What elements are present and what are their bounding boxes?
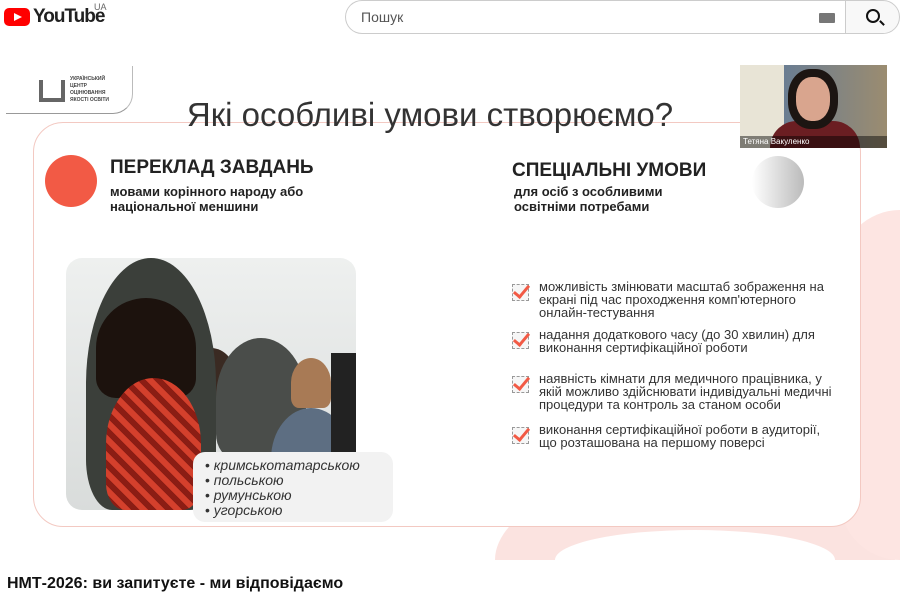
gray-circle [752,156,804,208]
language-item: угорською [205,503,381,518]
language-item: румунською [205,488,381,503]
subheading-line: для осіб з особливими [514,184,663,199]
checkbox-icon [512,376,529,393]
left-subheading: мовами корінного народу або національної … [110,184,303,214]
checkbox-icon [512,427,529,444]
video-title: НМТ-2026: ви запитуєте - ми відповідаємо [7,575,344,592]
search-icon-handle [879,20,885,26]
conditions-list: можливість змінювати масштаб зображення … [512,280,832,458]
right-subheading: для осіб з особливими освітніми потребами [514,184,663,214]
speaker-name: Тетяна Вакуленко [740,136,887,148]
checkbox-icon [512,332,529,349]
logo-line: ЦЕНТР [70,83,87,89]
language-item: кримськотатарською [205,458,381,473]
subheading-line: національної меншини [110,199,259,214]
subheading-line: мовами корінного народу або [110,184,304,199]
condition-item: виконання сертифікаційної роботи в аудит… [512,423,832,449]
subheading-line: освітніми потребами [514,199,650,214]
condition-item: наявність кімнати для медичного працівни… [512,372,832,411]
youtube-logo[interactable]: YouTube [4,6,105,28]
logo-line: УКРАЇНСЬКИЙ [70,76,106,82]
left-heading: ПЕРЕКЛАД ЗАВДАНЬ [110,157,314,178]
play-icon [4,8,30,26]
condition-text: можливість змінювати масштаб зображення … [539,279,824,320]
condition-text: надання додаткового часу (до 30 хвилин) … [539,327,815,355]
checkbox-icon [512,284,529,301]
slide-title: Які особливі умови створюємо? [186,96,674,133]
keyboard-icon[interactable] [819,13,835,23]
search-input[interactable]: Пошук [345,0,845,34]
webcam-overlay: Тетяна Вакуленко [740,65,887,148]
condition-text: наявність кімнати для медичного працівни… [539,371,832,412]
right-heading: СПЕЦІАЛЬНІ УМОВИ [512,160,707,181]
search-button[interactable] [845,0,900,34]
language-item: польською [205,473,381,488]
accent-circle [45,155,97,207]
search-placeholder: Пошук [361,9,404,25]
youtube-header: YouTube UA Пошук [0,0,900,36]
languages-list: кримськотатарською польською румунською … [193,452,393,522]
region-label: UA [94,2,107,12]
speaker-face [796,77,830,121]
condition-item: можливість змінювати масштаб зображення … [512,280,832,319]
condition-text: виконання сертифікаційної роботи в аудит… [539,422,821,450]
condition-item: надання додаткового часу (до 30 хвилин) … [512,328,832,354]
